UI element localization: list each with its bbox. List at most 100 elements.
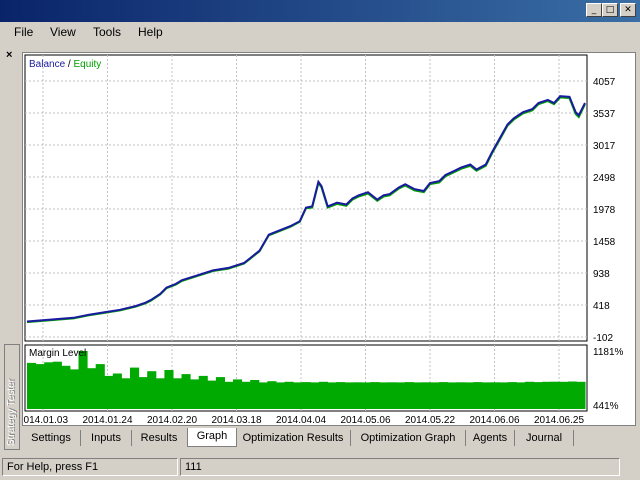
margin-bar [147,371,157,409]
menu-tools[interactable]: Tools [93,25,121,39]
margin-bar [190,379,200,409]
margin-bar [370,382,380,409]
margin-bar [35,364,45,409]
margin-bar [318,381,328,409]
margin-bar [361,382,371,409]
menu-view[interactable]: View [50,25,76,39]
x-tick-label: 2014.03.18 [211,415,261,425]
margin-bar [404,382,414,409]
margin-bar [327,382,337,409]
margin-bar [379,382,389,409]
x-tick-label: 2014.01.24 [82,415,132,425]
margin-bar [258,382,268,409]
margin-bar [130,367,140,409]
y-tick-label: 2498 [593,173,616,184]
status-help-text: For Help, press F1 [2,458,178,476]
status-value: 111 [180,458,620,476]
margin-bar [499,382,509,409]
y-tick-label: 1978 [593,205,616,216]
margin-tick-label: 1181% [593,347,624,358]
margin-bar [52,361,62,409]
margin-bar [138,377,148,409]
margin-bar [61,365,71,409]
margin-bar [507,382,517,409]
legend-separator: / [65,59,73,70]
margin-bar [181,374,191,409]
x-tick-label: 2014.04.04 [276,415,326,425]
x-tick-label: 2014.06.06 [469,415,519,425]
status-bar: For Help, press F1 111 [0,456,640,480]
close-window-button[interactable]: ✕ [620,3,636,17]
menu-bar: File View Tools Help [0,22,640,42]
tab-journal[interactable]: Journal [515,430,574,446]
margin-y-ticks: 1181% 441% [593,347,624,412]
margin-bar [524,381,534,409]
margin-bar [396,382,406,409]
graph-panel: Balance / Equity 4057 3537 3017 2498 1978 145… [18,52,636,426]
title-bar: _ □ ✕ [0,0,640,22]
x-tick-label: 2014.05.06 [340,415,390,425]
x-tick-label: 2014.06.25 [534,415,584,425]
margin-bar [387,382,397,409]
x-tick-label: 2014.01.03 [23,415,68,425]
margin-bar [567,381,577,409]
tab-optimization-results[interactable]: Optimization Results [236,430,351,446]
margin-bar [207,380,217,409]
margin-bar [413,382,423,409]
margin-bar [44,362,54,409]
margin-bar [250,380,260,409]
strategy-tester-label: Strategy Tester [6,378,17,446]
margin-bar [112,373,122,409]
margin-bar [542,381,552,409]
x-tick-label: 2014.02.20 [147,415,197,425]
margin-bar [490,382,500,409]
tab-inputs[interactable]: Inputs [81,430,132,446]
margin-bar [301,382,311,409]
margin-bar [310,382,320,409]
y-tick-label: 1458 [593,237,616,248]
margin-bar [104,375,114,409]
margin-bar [172,378,182,409]
margin-bar [550,381,560,409]
margin-bar [516,382,526,409]
balance-plot-area [24,54,588,342]
menu-file[interactable]: File [14,25,33,39]
x-axis-labels: 2014.01.03 2014.01.24 2014.02.20 2014.03.18… [18,415,584,426]
minimize-button[interactable]: _ [586,3,602,17]
margin-bar [439,382,449,409]
chart-svg: Balance / Equity 4057 3537 3017 2498 1978 145… [18,54,624,426]
margin-bar [482,382,492,409]
margin-bar [233,379,243,409]
margin-bar [69,369,79,409]
margin-bar [284,381,294,409]
y-tick-label: 4057 [593,77,616,88]
margin-bar [155,378,165,409]
margin-bar [421,382,431,409]
margin-bar [27,362,37,409]
margin-bar [353,382,363,409]
margin-bar [198,375,208,409]
maximize-button[interactable]: □ [602,3,618,17]
panel-close-icon[interactable]: × [6,49,12,61]
legend-equity: Equity [73,59,101,70]
margin-bar [473,382,483,409]
tab-graph[interactable]: Graph [187,428,237,447]
y-tick-label: 3537 [593,109,616,120]
margin-bar [456,382,466,409]
menu-help[interactable]: Help [138,25,163,39]
margin-tick-label: 441% [593,401,619,412]
margin-bar [241,381,251,409]
tab-results[interactable]: Results [132,430,186,446]
tab-agents[interactable]: Agents [466,430,515,446]
legend: Balance / Equity [29,59,101,70]
tab-optimization-graph[interactable]: Optimization Graph [351,430,466,446]
margin-bar [464,382,474,409]
tab-settings[interactable]: Settings [22,430,81,446]
margin-bar [533,382,543,409]
margin-bar [95,364,105,409]
margin-bar [164,370,174,409]
margin-bar [430,382,440,409]
margin-bar [78,351,88,409]
margin-bar [121,378,131,409]
margin-bar [447,382,457,409]
